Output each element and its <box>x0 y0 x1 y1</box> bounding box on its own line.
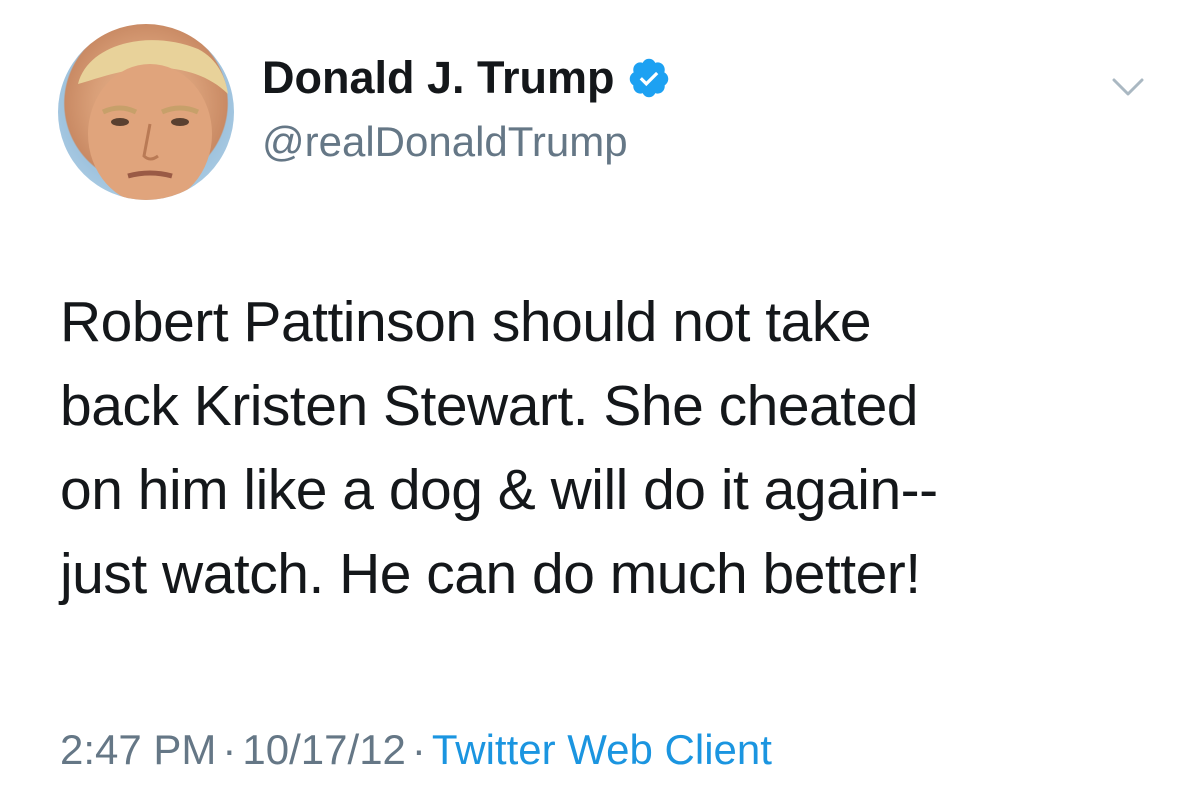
avatar-portrait <box>78 40 228 200</box>
verified-badge-icon <box>627 56 671 100</box>
meta-separator: · <box>222 726 237 773</box>
author-handle[interactable]: @realDonaldTrump <box>262 116 628 168</box>
tweet-source-link[interactable]: Twitter Web Client <box>432 726 772 773</box>
tweet-date[interactable]: 10/17/12 <box>242 726 406 773</box>
tweet-meta: 2:47 PM · 10/17/12 · Twitter Web Client <box>60 722 772 778</box>
author-display-name[interactable]: Donald J. Trump <box>262 50 671 106</box>
tweet-text: Robert Pattinson should not take back Kr… <box>60 290 938 606</box>
display-name-text: Donald J. Trump <box>262 52 615 103</box>
tweet-time[interactable]: 2:47 PM <box>60 726 216 773</box>
author-avatar[interactable] <box>58 24 234 200</box>
chevron-down-icon[interactable] <box>1108 72 1148 102</box>
meta-separator: · <box>411 726 426 773</box>
tweet-card: Donald J. Trump @realDonaldTrump Robert … <box>0 0 1200 812</box>
